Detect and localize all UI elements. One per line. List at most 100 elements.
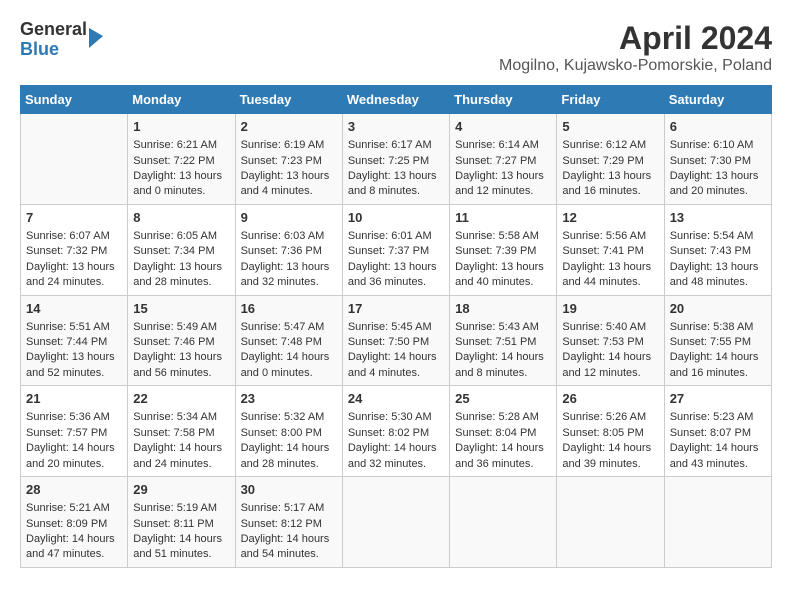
day-number: 7 [26,209,122,227]
day-info: Sunset: 7:30 PM [670,154,766,169]
day-info: Sunset: 7:57 PM [26,426,122,441]
day-info: Daylight: 14 hours [133,441,229,456]
calendar-cell: 14Sunrise: 5:51 AMSunset: 7:44 PMDayligh… [21,295,128,386]
day-info: Daylight: 14 hours [455,441,551,456]
day-info: Daylight: 13 hours [133,350,229,365]
day-info: Sunrise: 6:14 AM [455,138,551,153]
calendar-cell: 10Sunrise: 6:01 AMSunset: 7:37 PMDayligh… [342,204,449,295]
day-info: Daylight: 14 hours [241,532,337,547]
day-info: Daylight: 13 hours [133,169,229,184]
day-info: Sunset: 8:09 PM [26,517,122,532]
day-info: Daylight: 13 hours [26,350,122,365]
calendar-cell: 13Sunrise: 5:54 AMSunset: 7:43 PMDayligh… [664,204,771,295]
day-info: Sunset: 7:58 PM [133,426,229,441]
day-info: and 51 minutes. [133,547,229,562]
day-info: Sunset: 7:27 PM [455,154,551,169]
day-info: and 39 minutes. [562,457,658,472]
day-info: Daylight: 13 hours [241,169,337,184]
day-info: Sunset: 7:37 PM [348,244,444,259]
day-number: 10 [348,209,444,227]
calendar-body: 1Sunrise: 6:21 AMSunset: 7:22 PMDaylight… [21,114,772,568]
calendar-cell: 11Sunrise: 5:58 AMSunset: 7:39 PMDayligh… [450,204,557,295]
day-info: Sunset: 7:50 PM [348,335,444,350]
calendar-cell: 15 Sunrise: 5:49 AMSunset: 7:46 PMDayligh… [128,295,235,386]
day-info: Daylight: 14 hours [241,441,337,456]
day-number: 24 [348,390,444,408]
day-number: 1 [133,118,229,136]
calendar-cell [664,477,771,568]
day-info: Daylight: 13 hours [455,169,551,184]
day-info: Daylight: 14 hours [562,350,658,365]
day-info: Sunrise: 6:07 AM [26,229,122,244]
day-info: and 20 minutes. [670,184,766,199]
day-info: Sunrise: 5:36 AM [26,410,122,425]
week-row-2: 7Sunrise: 6:07 AMSunset: 7:32 PMDaylight… [21,204,772,295]
day-info: and 16 minutes. [670,366,766,381]
day-info: and 44 minutes. [562,275,658,290]
day-number: 30 [241,481,337,499]
day-info: Sunrise: 5:49 AM [133,320,229,335]
day-info: Daylight: 14 hours [455,350,551,365]
day-info: and 12 minutes. [455,184,551,199]
day-info: Sunrise: 5:47 AM [241,320,337,335]
week-row-1: 1Sunrise: 6:21 AMSunset: 7:22 PMDaylight… [21,114,772,205]
header-day-sunday: Sunday [21,86,128,114]
day-info: Daylight: 13 hours [133,260,229,275]
day-info: Sunrise: 5:40 AM [562,320,658,335]
day-info: Sunset: 7:23 PM [241,154,337,169]
calendar-cell: 5Sunrise: 6:12 AMSunset: 7:29 PMDaylight… [557,114,664,205]
day-info: and 48 minutes. [670,275,766,290]
day-info: Sunrise: 5:30 AM [348,410,444,425]
day-info: and 8 minutes. [455,366,551,381]
day-info: and 43 minutes. [670,457,766,472]
logo-text: General Blue [20,20,87,60]
day-info: Sunset: 8:05 PM [562,426,658,441]
day-info: and 47 minutes. [26,547,122,562]
calendar-table: SundayMondayTuesdayWednesdayThursdayFrid… [20,85,772,568]
day-info: Daylight: 14 hours [26,441,122,456]
day-info: Daylight: 14 hours [562,441,658,456]
day-info: and 0 minutes. [133,184,229,199]
day-info: Daylight: 13 hours [670,169,766,184]
calendar-cell: 16Sunrise: 5:47 AMSunset: 7:48 PMDayligh… [235,295,342,386]
calendar-cell: 23Sunrise: 5:32 AMSunset: 8:00 PMDayligh… [235,386,342,477]
day-number: 21 [26,390,122,408]
day-number: 5 [562,118,658,136]
calendar-cell: 3Sunrise: 6:17 AMSunset: 7:25 PMDaylight… [342,114,449,205]
day-info: Daylight: 13 hours [26,260,122,275]
calendar-cell: 30Sunrise: 5:17 AMSunset: 8:12 PMDayligh… [235,477,342,568]
day-info: and 40 minutes. [455,275,551,290]
day-info: Sunrise: 5:38 AM [670,320,766,335]
day-info: Sunset: 8:04 PM [455,426,551,441]
day-info: Sunrise: 6:19 AM [241,138,337,153]
day-number: 14 [26,300,122,318]
day-number: 26 [562,390,658,408]
day-number: 6 [670,118,766,136]
day-info: Sunset: 7:32 PM [26,244,122,259]
calendar-cell: 20Sunrise: 5:38 AMSunset: 7:55 PMDayligh… [664,295,771,386]
day-info: Sunrise: 6:10 AM [670,138,766,153]
day-number: 15 [133,300,229,318]
title-block: April 2024 Mogilno, Kujawsko-Pomorskie, … [499,20,772,75]
header-day-tuesday: Tuesday [235,86,342,114]
day-info: Daylight: 14 hours [26,532,122,547]
header-day-thursday: Thursday [450,86,557,114]
day-info: Sunrise: 6:21 AM [133,138,229,153]
day-info: Sunset: 7:46 PM [133,335,229,350]
day-info: Sunrise: 6:03 AM [241,229,337,244]
day-info: Sunset: 7:22 PM [133,154,229,169]
calendar-cell: 26Sunrise: 5:26 AMSunset: 8:05 PMDayligh… [557,386,664,477]
header-day-saturday: Saturday [664,86,771,114]
week-row-5: 28Sunrise: 5:21 AMSunset: 8:09 PMDayligh… [21,477,772,568]
day-info: Daylight: 13 hours [455,260,551,275]
day-number: 25 [455,390,551,408]
day-info: Daylight: 14 hours [670,441,766,456]
day-info: Daylight: 13 hours [562,169,658,184]
day-number: 8 [133,209,229,227]
calendar-cell: 17Sunrise: 5:45 AMSunset: 7:50 PMDayligh… [342,295,449,386]
header-day-friday: Friday [557,86,664,114]
day-info: Daylight: 13 hours [670,260,766,275]
logo: General Blue [20,20,103,60]
day-info: Sunrise: 5:21 AM [26,501,122,516]
day-number: 22 [133,390,229,408]
